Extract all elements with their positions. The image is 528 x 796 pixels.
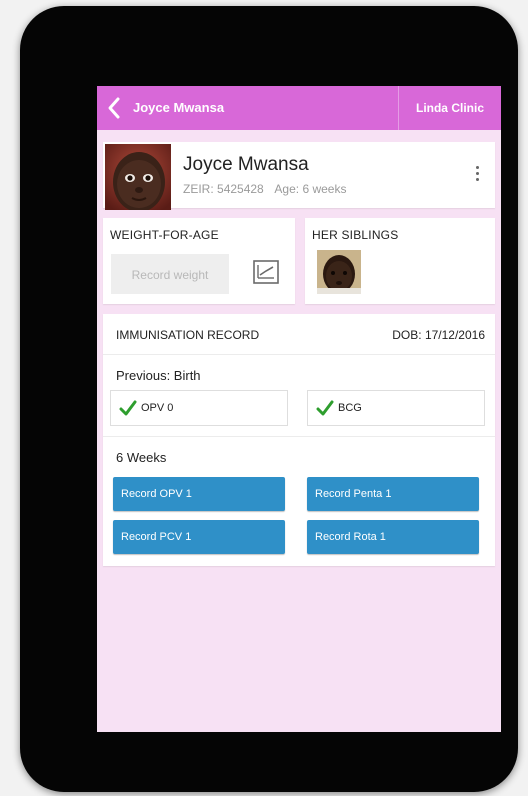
given-vaccine-opv0[interactable]: OPV 0 [110,390,288,426]
growth-chart-icon[interactable] [253,260,279,284]
given-vaccine-bcg[interactable]: BCG [307,390,485,426]
zeir-label: ZEIR: [183,182,214,196]
due-group-label: 6 Weeks [116,450,167,465]
age-value: 6 weeks [302,182,347,196]
immunisation-record-card: IMMUNISATION RECORD DOB: 17/12/2016 Prev… [103,314,495,566]
child-name: Joyce Mwansa [183,154,309,175]
child-meta: ZEIR: 5425428 Age: 6 weeks [183,182,346,196]
siblings-card: HER SIBLINGS [305,218,495,304]
given-vaccine-label: BCG [338,402,362,414]
immunisation-title: IMMUNISATION RECORD [116,328,260,342]
immunisation-header: IMMUNISATION RECORD DOB: 17/12/2016 [103,314,495,355]
previous-group-label: Previous: Birth [116,368,201,383]
weight-for-age-card: WEIGHT-FOR-AGE Record weight [103,218,295,304]
age-label: Age: [274,182,300,196]
check-icon [316,400,334,416]
siblings-card-title: HER SIBLINGS [312,228,399,242]
tablet-frame: Joyce Mwansa Linda Clinic Joyce Mwansa Z… [20,6,518,792]
chevron-left-icon [108,97,120,119]
top-bar: Joyce Mwansa Linda Clinic [97,86,501,130]
child-avatar [105,144,171,210]
record-opv1-button[interactable]: Record OPV 1 [113,477,285,511]
given-vaccine-label: OPV 0 [141,402,174,414]
clinic-selector[interactable]: Linda Clinic [398,86,501,130]
record-weight-button[interactable]: Record weight [111,254,229,294]
child-profile-card: Joyce Mwansa ZEIR: 5425428 Age: 6 weeks [103,142,495,210]
record-rota1-button[interactable]: Record Rota 1 [307,520,479,554]
sibling-avatar[interactable] [317,250,361,294]
app-screen: Joyce Mwansa Linda Clinic Joyce Mwansa Z… [97,86,501,732]
check-icon [119,400,137,416]
record-penta1-button[interactable]: Record Penta 1 [307,477,479,511]
zeir-number: 5425428 [217,182,264,196]
record-pcv1-button[interactable]: Record PCV 1 [113,520,285,554]
section-divider [103,436,495,437]
weight-card-title: WEIGHT-FOR-AGE [110,228,219,242]
date-of-birth: DOB: 17/12/2016 [392,328,485,342]
back-button[interactable] [103,94,125,122]
overflow-menu-icon[interactable] [473,166,481,186]
topbar-title: Joyce Mwansa [133,100,225,115]
